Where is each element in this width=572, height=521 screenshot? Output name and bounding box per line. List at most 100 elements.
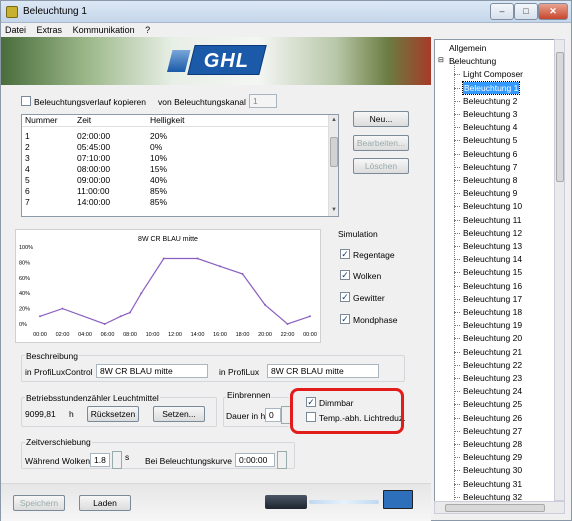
- minimize-button[interactable]: –: [490, 3, 514, 20]
- col-header-time[interactable]: Zeit: [77, 115, 91, 126]
- source-channel-label: von Beleuchtungskanal: [158, 97, 246, 107]
- thunderstorm-label: Gewitter: [353, 293, 385, 303]
- tree-item[interactable]: Beleuchtung 16: [463, 280, 522, 292]
- tree-item[interactable]: Beleuchtung 13: [463, 240, 522, 252]
- hours-unit: h: [69, 409, 74, 419]
- menu-help[interactable]: ?: [141, 23, 154, 37]
- close-button[interactable]: ✕: [538, 3, 568, 20]
- tree-item[interactable]: Beleuchtung 29: [463, 451, 522, 463]
- table-scrollbar[interactable]: ▲ ▼: [328, 115, 338, 216]
- tree-scroll-thumb[interactable]: [556, 52, 564, 182]
- tree-item[interactable]: Beleuchtung 3: [463, 108, 517, 120]
- tree-item[interactable]: Beleuchtung 1: [461, 80, 521, 95]
- clouds-shift-field[interactable]: 1.8: [90, 453, 110, 467]
- tree-horizontal-scrollbar[interactable]: [434, 501, 565, 514]
- profilux-control-name-field[interactable]: 8W CR BLAU mitte: [96, 364, 208, 378]
- tree-item[interactable]: Beleuchtung 11: [463, 214, 521, 226]
- cell-brightness: 85%: [150, 197, 168, 207]
- menu-datei[interactable]: Datei: [1, 23, 30, 37]
- tree-item[interactable]: Beleuchtung 25: [463, 398, 522, 410]
- scroll-down-icon[interactable]: ▼: [330, 206, 338, 214]
- tree-item[interactable]: Beleuchtung 15: [463, 266, 522, 278]
- cell-time: 05:45:00: [77, 142, 111, 152]
- tree-item[interactable]: Beleuchtung 21: [463, 346, 522, 358]
- delete-button[interactable]: Löschen: [353, 158, 409, 174]
- cell-number: 2: [25, 142, 30, 152]
- tree-item[interactable]: Beleuchtung 27: [463, 425, 522, 437]
- edit-button[interactable]: Bearbeiten...: [353, 135, 409, 151]
- tree-item[interactable]: Beleuchtung 6: [463, 148, 517, 160]
- tree-item[interactable]: Beleuchtung 23: [463, 372, 522, 384]
- scroll-thumb[interactable]: [330, 137, 338, 167]
- chart-svg: 8W CR BLAU mitte 100% 80% 60% 40% 20% 0% 00:00…: [19, 236, 317, 338]
- source-channel-field[interactable]: 1: [249, 94, 277, 108]
- chart-title: 8W CR BLAU mitte: [138, 236, 198, 243]
- tree-item[interactable]: Beleuchtung 17: [463, 293, 522, 305]
- table-row[interactable]: 6 11:00:00 85%: [22, 186, 328, 197]
- curve-shift-spinner[interactable]: [277, 451, 287, 469]
- col-header-number[interactable]: Nummer: [25, 115, 58, 126]
- tree-item-lighting[interactable]: Beleuchtung: [449, 55, 496, 67]
- collapse-icon[interactable]: ⊟: [438, 55, 444, 67]
- tree-item[interactable]: Beleuchtung 18: [463, 306, 522, 318]
- clouds-shift-spinner[interactable]: [112, 451, 122, 469]
- load-button[interactable]: Laden: [79, 495, 131, 511]
- data-point: [129, 311, 131, 314]
- tree-item[interactable]: Beleuchtung 12: [463, 227, 522, 239]
- col-header-brightness[interactable]: Helligkeit: [150, 115, 185, 126]
- description-title: Beschreibung: [25, 351, 79, 361]
- tree-item[interactable]: Beleuchtung 8: [463, 174, 517, 186]
- table-row[interactable]: 5 09:00:00 40%: [22, 175, 328, 186]
- save-button[interactable]: Speichern: [13, 495, 65, 511]
- maximize-button[interactable]: □: [514, 3, 538, 20]
- tree-item[interactable]: Beleuchtung 7: [463, 161, 517, 173]
- thunderstorm-checkbox[interactable]: ✓: [340, 292, 350, 302]
- tree-item[interactable]: Beleuchtung 28: [463, 438, 522, 450]
- moonphase-checkbox[interactable]: ✓: [340, 314, 350, 324]
- menu-extras[interactable]: Extras: [33, 23, 67, 37]
- table-row[interactable]: 1 02:00:00 20%: [22, 131, 328, 142]
- x-tick-label: 18:00: [236, 332, 250, 338]
- cell-number: 5: [25, 175, 30, 185]
- tree-item[interactable]: Beleuchtung 14: [463, 253, 522, 265]
- laptop-icon: [383, 490, 413, 509]
- tree-item[interactable]: Beleuchtung 24: [463, 385, 522, 397]
- tree-item[interactable]: Beleuchtung 19: [463, 319, 522, 331]
- tree-item-general[interactable]: Allgemein: [449, 42, 486, 54]
- menu-kommunikation[interactable]: Kommunikation: [69, 23, 139, 37]
- table-row[interactable]: 4 08:00:00 15%: [22, 164, 328, 175]
- data-point: [103, 323, 106, 325]
- table-row[interactable]: 2 05:45:00 0%: [22, 142, 328, 153]
- y-tick-label: 20%: [19, 307, 30, 313]
- curve-shift-field[interactable]: 0:00:00: [235, 453, 275, 467]
- reset-hours-button[interactable]: Rücksetzen: [87, 406, 139, 422]
- tree-item[interactable]: Light Composer: [463, 68, 523, 80]
- copy-curve-checkbox[interactable]: [21, 96, 31, 106]
- tree-item[interactable]: Beleuchtung 30: [463, 464, 522, 476]
- tree-item[interactable]: Beleuchtung 4: [463, 121, 517, 133]
- tree-hscroll-thumb[interactable]: [445, 504, 545, 512]
- cell-brightness: 10%: [150, 153, 168, 163]
- profilux-control-label: in ProfiLuxControl: [25, 367, 93, 377]
- tree-item[interactable]: Beleuchtung 20: [463, 332, 522, 344]
- tree-item[interactable]: Beleuchtung 31: [463, 478, 522, 490]
- new-button[interactable]: Neu...: [353, 111, 409, 127]
- table-row[interactable]: 7 14:00:00 85%: [22, 197, 328, 208]
- tree-item[interactable]: Beleuchtung 10: [463, 200, 522, 212]
- clouds-checkbox[interactable]: ✓: [340, 270, 350, 280]
- rain-days-checkbox[interactable]: ✓: [340, 249, 350, 259]
- burnin-duration-field[interactable]: 0: [265, 408, 281, 422]
- tree-vertical-scrollbar[interactable]: [554, 39, 565, 501]
- tree-item[interactable]: Beleuchtung 5: [463, 134, 517, 146]
- tree-item[interactable]: Beleuchtung 22: [463, 359, 522, 371]
- set-hours-button[interactable]: Setzen...: [153, 406, 205, 422]
- table-row[interactable]: 3 07:10:00 10%: [22, 153, 328, 164]
- profilux-name-field[interactable]: 8W CR BLAU mitte: [267, 364, 379, 378]
- tree-item[interactable]: Beleuchtung 26: [463, 412, 522, 424]
- scroll-up-icon[interactable]: ▲: [330, 116, 338, 124]
- tree-item[interactable]: Beleuchtung 9: [463, 187, 517, 199]
- tree-item[interactable]: Beleuchtung 2: [463, 95, 517, 107]
- header-banner: GHL: [1, 37, 431, 85]
- main-window: Beleuchtung 1 – □ ✕ Datei Extras Kommuni…: [0, 0, 572, 521]
- title-bar[interactable]: Beleuchtung 1 – □ ✕: [1, 1, 571, 23]
